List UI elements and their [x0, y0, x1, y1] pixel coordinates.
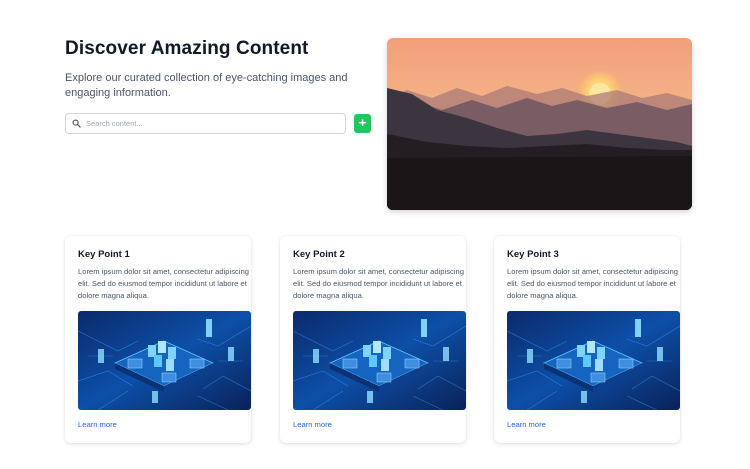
card-image-tech: [507, 311, 680, 410]
card-image-tech: [78, 311, 251, 410]
card-key-point-1: Key Point 1 Lorem ipsum dolor sit amet, …: [65, 236, 251, 443]
card-key-point-3: Key Point 3 Lorem ipsum dolor sit amet, …: [494, 236, 680, 443]
card-title: Key Point 3: [507, 249, 559, 260]
card-title: Key Point 2: [293, 249, 345, 260]
card-title: Key Point 1: [78, 249, 130, 260]
learn-more-link[interactable]: Learn more: [78, 420, 117, 429]
learn-more-link[interactable]: Learn more: [293, 420, 332, 429]
card-text: Lorem ipsum dolor sit amet, consectetur …: [507, 267, 678, 300]
learn-more-link[interactable]: Learn more: [507, 420, 546, 429]
card-text: Lorem ipsum dolor sit amet, consectetur …: [293, 267, 464, 300]
card-key-point-2: Key Point 2 Lorem ipsum dolor sit amet, …: [280, 236, 466, 443]
card-text: Lorem ipsum dolor sit amet, consectetur …: [78, 267, 249, 300]
card-image-tech: [293, 311, 466, 410]
cards-section: Key Point 1 Lorem ipsum dolor sit amet, …: [0, 0, 750, 469]
